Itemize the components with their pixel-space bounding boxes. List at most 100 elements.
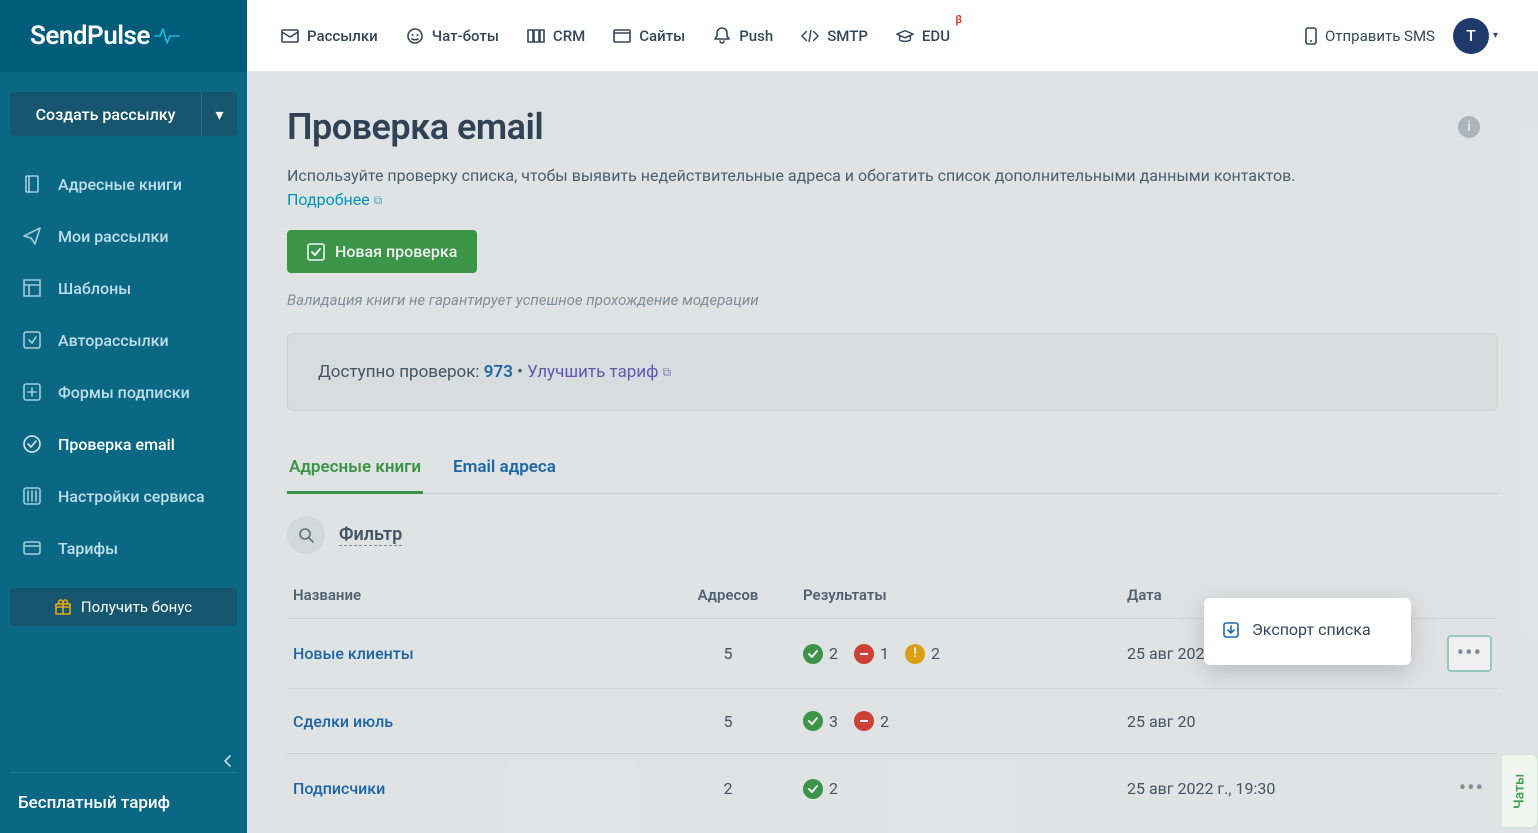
- validation-note: Валидация книги не гарантирует успешное …: [287, 291, 1498, 309]
- table-row: Сделки июль 5 3 2 25 авг 20: [287, 688, 1498, 753]
- check-circle-icon: [22, 434, 42, 454]
- crm-icon: [527, 27, 545, 45]
- nav-sites[interactable]: Сайты: [613, 27, 685, 45]
- row-name-link[interactable]: Новые клиенты: [293, 644, 653, 663]
- user-menu[interactable]: T ▾: [1453, 18, 1498, 54]
- sidebar-item-label: Шаблоны: [58, 279, 131, 298]
- sidebar-item-label: Авторассылки: [58, 331, 169, 350]
- page-title: Проверка email: [287, 106, 1498, 148]
- form-icon: [22, 382, 42, 402]
- col-addresses: Адресов: [653, 586, 803, 604]
- col-name: Название: [293, 586, 653, 604]
- sidebar-collapse[interactable]: [0, 732, 247, 772]
- nav-label: Сайты: [639, 27, 685, 45]
- learn-more-link[interactable]: Подробнее ⧉: [287, 188, 382, 212]
- tabs: Адресные книги Email адреса: [287, 445, 1498, 494]
- send-icon: [22, 226, 42, 246]
- valid-icon: [803, 711, 823, 731]
- row-results: 3 2: [803, 711, 1127, 731]
- education-icon: [896, 27, 914, 45]
- sidebar-item-label: Тарифы: [58, 539, 118, 558]
- nav-push[interactable]: Push: [713, 27, 773, 45]
- top-nav-right: Отправить SMS T ▾: [1305, 18, 1538, 54]
- logo-text: SendPulse: [30, 21, 150, 51]
- table-row: Подписчики 2 2 25 авг 2022 г., 19:30 •••: [287, 753, 1498, 823]
- sliders-icon: [22, 486, 42, 506]
- tab-addressbooks[interactable]: Адресные книги: [287, 445, 423, 494]
- row-results: 2: [803, 779, 1127, 799]
- row-actions-button[interactable]: •••: [1447, 635, 1492, 672]
- check-square-icon: [307, 243, 325, 261]
- code-icon: [801, 27, 819, 45]
- logo[interactable]: SendPulse: [0, 0, 247, 72]
- export-list-action[interactable]: Экспорт списка: [1204, 608, 1411, 655]
- nav-mailings[interactable]: Рассылки: [281, 27, 378, 45]
- sidebar-item-tariffs[interactable]: Тарифы: [0, 522, 247, 574]
- valid-icon: [803, 779, 823, 799]
- gift-icon: [55, 599, 71, 615]
- create-mailing-dropdown[interactable]: ▾: [201, 92, 237, 136]
- send-sms-link[interactable]: Отправить SMS: [1305, 27, 1435, 45]
- sidebar-item-label: Формы подписки: [58, 383, 190, 402]
- row-actions-button[interactable]: •••: [1451, 772, 1492, 805]
- sidebar-item-automailings[interactable]: Авторассылки: [0, 314, 247, 366]
- create-mailing-main[interactable]: Создать рассылку: [10, 105, 201, 124]
- credits-box: Доступно проверок: 973 • Улучшить тариф …: [287, 333, 1498, 411]
- row-actions-popover: Экспорт списка: [1204, 598, 1411, 665]
- sidebar-item-email-check[interactable]: Проверка email: [0, 418, 247, 470]
- sidebar-item-forms[interactable]: Формы подписки: [0, 366, 247, 418]
- nav-edu[interactable]: EDU β: [896, 27, 950, 45]
- filter-row: Фильтр: [287, 516, 1498, 554]
- main-content: Проверка email i Используйте проверку сп…: [247, 72, 1538, 833]
- row-name-link[interactable]: Подписчики: [293, 779, 653, 798]
- nav-label: SMTP: [827, 27, 868, 45]
- row-addresses: 5: [653, 644, 803, 663]
- send-sms-label: Отправить SMS: [1325, 27, 1435, 45]
- export-label: Экспорт списка: [1252, 620, 1371, 639]
- export-icon: [1222, 621, 1240, 639]
- book-icon: [22, 174, 42, 194]
- new-check-button[interactable]: Новая проверка: [287, 230, 477, 273]
- nav-smtp[interactable]: SMTP: [801, 27, 868, 45]
- chats-side-tab[interactable]: Чаты: [1502, 754, 1538, 828]
- beta-badge: β: [955, 13, 962, 26]
- nav-label: Push: [739, 27, 773, 45]
- row-results: 2 1 !2: [803, 644, 1127, 664]
- row-date: 25 авг 20: [1127, 712, 1432, 731]
- page-description: Используйте проверку списка, чтобы выяви…: [287, 164, 1498, 212]
- col-results: Результаты: [803, 586, 1127, 604]
- chevron-left-icon: [223, 754, 233, 768]
- sidebar-item-mailings[interactable]: Мои рассылки: [0, 210, 247, 262]
- logo-pulse-icon: [154, 27, 180, 45]
- sites-icon: [613, 27, 631, 45]
- sidebar-item-label: Проверка email: [58, 435, 175, 454]
- info-icon[interactable]: i: [1458, 116, 1480, 138]
- nav-label: Чат-боты: [432, 27, 499, 45]
- bonus-label: Получить бонус: [81, 598, 192, 616]
- upgrade-tariff-link[interactable]: Улучшить тариф ⧉: [527, 362, 671, 382]
- tab-emails[interactable]: Email адреса: [451, 445, 558, 494]
- nav-label: CRM: [553, 27, 585, 45]
- row-addresses: 2: [653, 779, 803, 798]
- get-bonus-button[interactable]: Получить бонус: [10, 588, 237, 626]
- top-nav: SendPulse Рассылки Чат-боты CRM Сайты Pu…: [0, 0, 1538, 72]
- sidebar-item-templates[interactable]: Шаблоны: [0, 262, 247, 314]
- nav-crm[interactable]: CRM: [527, 27, 585, 45]
- card-icon: [22, 538, 42, 558]
- filter-toggle[interactable]: Фильтр: [339, 524, 402, 546]
- new-check-label: Новая проверка: [335, 242, 457, 261]
- caret-down-icon: ▾: [1493, 30, 1498, 41]
- sidebar-item-addressbooks[interactable]: Адресные книги: [0, 158, 247, 210]
- search-icon: [298, 527, 314, 543]
- search-button[interactable]: [287, 516, 325, 554]
- external-link-icon: ⧉: [374, 191, 383, 209]
- chatbot-icon: [406, 27, 424, 45]
- sidebar-item-label: Мои рассылки: [58, 227, 169, 246]
- sidebar-item-label: Адресные книги: [58, 175, 182, 194]
- sidebar-item-settings[interactable]: Настройки сервиса: [0, 470, 247, 522]
- row-name-link[interactable]: Сделки июль: [293, 712, 653, 731]
- nav-chatbots[interactable]: Чат-боты: [406, 27, 499, 45]
- tariff-footer[interactable]: Бесплатный тариф: [0, 773, 247, 833]
- create-mailing-button: Создать рассылку ▾: [10, 92, 237, 136]
- phone-icon: [1305, 27, 1317, 45]
